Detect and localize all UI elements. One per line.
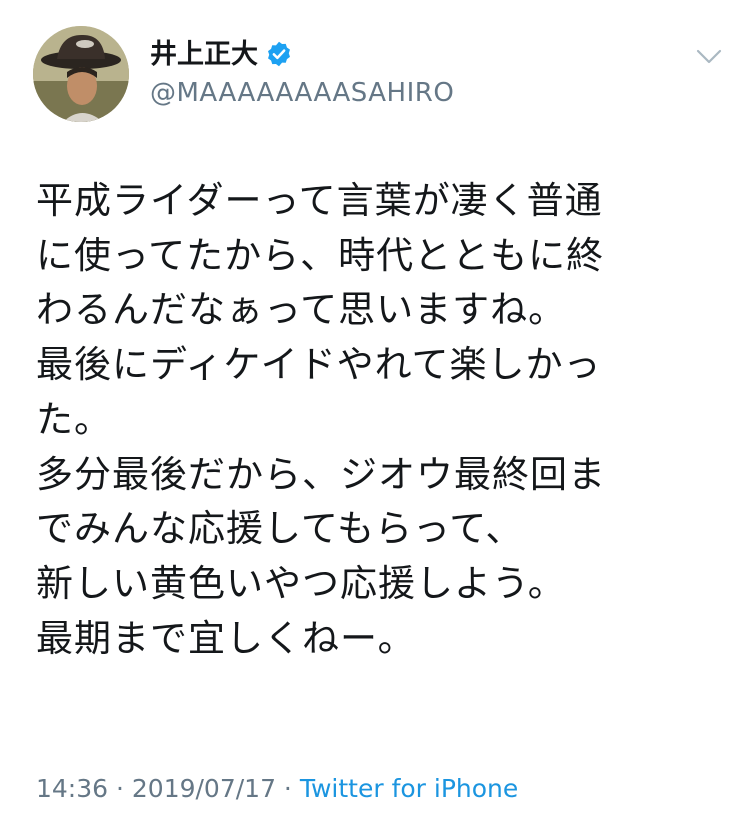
meta-separator: · bbox=[275, 774, 300, 803]
avatar-image bbox=[33, 26, 129, 122]
tweet-date[interactable]: 2019/07/17 bbox=[132, 774, 276, 803]
verified-badge-icon bbox=[268, 41, 290, 67]
chevron-down-icon[interactable] bbox=[694, 44, 724, 68]
display-name[interactable]: 井上正大 bbox=[150, 38, 258, 72]
tweet-meta: 14:36 · 2019/07/17 · Twitter for iPhone bbox=[36, 773, 518, 805]
tweet-source-link[interactable]: Twitter for iPhone bbox=[300, 774, 518, 803]
meta-separator: · bbox=[108, 774, 132, 803]
user-handle[interactable]: @MAAAAAAAASAHIRO bbox=[150, 77, 454, 109]
tweet-text: 平成ライダーって言葉が凄く普通 に使ってたから、時代とともに終 わるんだなぁって… bbox=[36, 179, 606, 660]
tweet-time[interactable]: 14:36 bbox=[36, 774, 108, 803]
avatar[interactable] bbox=[33, 26, 129, 122]
tweet-card: 井上正大 @MAAAAAAAASAHIRO 平成ライダーって言葉が凄く普通 に使… bbox=[0, 0, 750, 834]
